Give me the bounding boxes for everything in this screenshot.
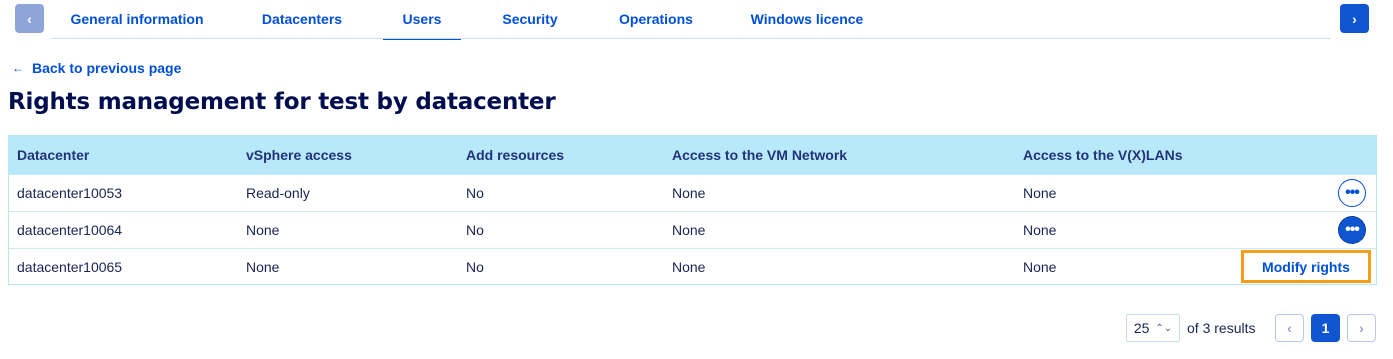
column-header-vxlans[interactable]: Access to the V(X)LANs <box>1023 147 1182 163</box>
cell-vm-network: None <box>672 259 706 275</box>
cell-vm-network: None <box>672 185 706 201</box>
tab-divider <box>51 38 1331 39</box>
back-to-previous-page-link[interactable]: ← Back to previous page <box>12 58 181 78</box>
cell-datacenter: datacenter10065 <box>17 259 123 275</box>
tab-users[interactable]: Users <box>383 0 461 40</box>
modify-rights-menu-item[interactable]: Modify rights <box>1241 250 1371 283</box>
cell-datacenter: datacenter10064 <box>17 222 123 238</box>
row-actions-button-open[interactable]: ••• <box>1338 216 1366 244</box>
tab-operations[interactable]: Operations <box>610 0 702 38</box>
cell-vxlans: None <box>1023 222 1057 238</box>
page-size-value: 25 <box>1133 320 1150 336</box>
column-header-add-resources[interactable]: Add resources <box>466 147 564 163</box>
previous-page-button[interactable]: ‹ <box>1275 314 1304 342</box>
cell-add-resources: No <box>466 185 484 201</box>
scroll-tabs-right-button[interactable]: › <box>1340 4 1369 33</box>
table-row: datacenter10064 None No None None ••• <box>9 211 1376 248</box>
page-1-button[interactable]: 1 <box>1311 314 1340 342</box>
tab-bar: ‹ General information Datacenters Users … <box>0 0 1393 40</box>
column-header-datacenter[interactable]: Datacenter <box>17 147 89 163</box>
cell-vsphere-access: None <box>246 259 280 275</box>
cell-vsphere-access: None <box>246 222 280 238</box>
column-header-vm-network[interactable]: Access to the VM Network <box>672 147 847 163</box>
results-count: of 3 results <box>1187 320 1256 336</box>
cell-vsphere-access: Read-only <box>246 185 310 201</box>
arrow-left-icon: ← <box>12 61 24 75</box>
table-row: datacenter10065 None No None None Modify… <box>9 248 1376 285</box>
row-actions-button[interactable]: ••• <box>1338 179 1366 207</box>
page-title: Rights management for test by datacenter <box>8 89 556 115</box>
tab-security[interactable]: Security <box>494 0 566 38</box>
page-size-select[interactable]: 25 ⌃⌄ <box>1126 314 1180 342</box>
table-row: datacenter10053 Read-only No None None •… <box>9 174 1376 211</box>
cell-vxlans: None <box>1023 185 1057 201</box>
table-header: Datacenter vSphere access Add resources … <box>9 136 1376 174</box>
rights-table: Datacenter vSphere access Add resources … <box>8 135 1377 285</box>
more-icon: ••• <box>1345 184 1360 201</box>
cell-datacenter: datacenter10053 <box>17 185 123 201</box>
scroll-tabs-left-button[interactable]: ‹ <box>15 4 44 33</box>
updown-chevron-icon: ⌃⌄ <box>1155 322 1173 334</box>
more-icon: ••• <box>1345 221 1360 238</box>
tab-windows-licence[interactable]: Windows licence <box>744 0 870 38</box>
column-header-vsphere-access[interactable]: vSphere access <box>246 147 352 163</box>
back-link-label: Back to previous page <box>32 60 182 76</box>
cell-add-resources: No <box>466 222 484 238</box>
next-page-button[interactable]: › <box>1347 314 1376 342</box>
tab-general-information[interactable]: General information <box>62 0 212 38</box>
cell-vxlans: None <box>1023 259 1057 275</box>
cell-add-resources: No <box>466 259 484 275</box>
cell-vm-network: None <box>672 222 706 238</box>
tab-datacenters[interactable]: Datacenters <box>252 0 352 38</box>
